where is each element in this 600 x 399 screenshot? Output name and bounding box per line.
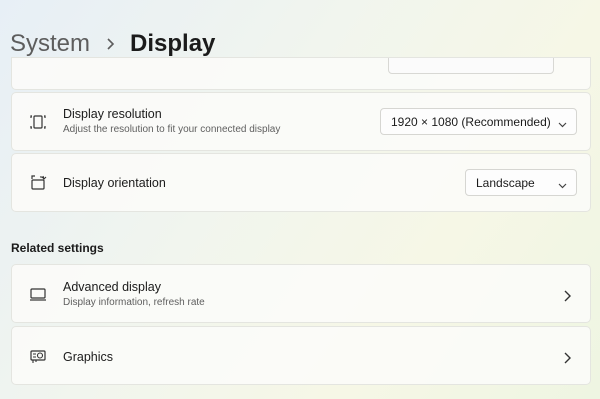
orientation-icon bbox=[28, 173, 48, 193]
graphics-title: Graphics bbox=[63, 350, 114, 364]
display-orientation-title: Display orientation bbox=[63, 176, 166, 190]
advanced-display-description: Display information, refresh rate bbox=[63, 297, 205, 308]
graphics-card-icon bbox=[28, 346, 48, 366]
display-orientation-dropdown[interactable]: Landscape bbox=[465, 169, 577, 196]
graphics-link[interactable]: Graphics bbox=[11, 326, 591, 385]
advanced-display-title: Advanced display bbox=[63, 280, 161, 294]
display-resolution-card: Display resolution Adjust the resolution… bbox=[11, 92, 591, 151]
resolution-icon bbox=[28, 112, 48, 132]
display-resolution-description: Adjust the resolution to fit your connec… bbox=[63, 124, 281, 135]
scale-setting-card-partial bbox=[11, 57, 591, 90]
display-resolution-value: 1920 × 1080 (Recommended) bbox=[391, 114, 551, 129]
display-resolution-title: Display resolution bbox=[63, 107, 162, 121]
display-resolution-dropdown[interactable]: 1920 × 1080 (Recommended) bbox=[380, 108, 577, 135]
chevron-right-icon bbox=[562, 289, 572, 302]
chevron-right-icon bbox=[562, 351, 572, 364]
chevron-down-icon bbox=[558, 118, 567, 128]
display-orientation-card: Display orientation Landscape bbox=[11, 153, 591, 212]
related-settings-heading: Related settings bbox=[11, 241, 104, 255]
breadcrumb-parent-system[interactable]: System bbox=[10, 30, 90, 58]
chevron-down-icon bbox=[558, 179, 567, 189]
page-title: Display bbox=[130, 30, 216, 57]
partial-dropdown[interactable] bbox=[388, 58, 554, 74]
advanced-display-link[interactable]: Advanced display Display information, re… bbox=[11, 264, 591, 323]
chevron-right-icon bbox=[104, 38, 116, 50]
monitor-icon bbox=[28, 284, 48, 304]
display-orientation-value: Landscape bbox=[476, 175, 535, 190]
